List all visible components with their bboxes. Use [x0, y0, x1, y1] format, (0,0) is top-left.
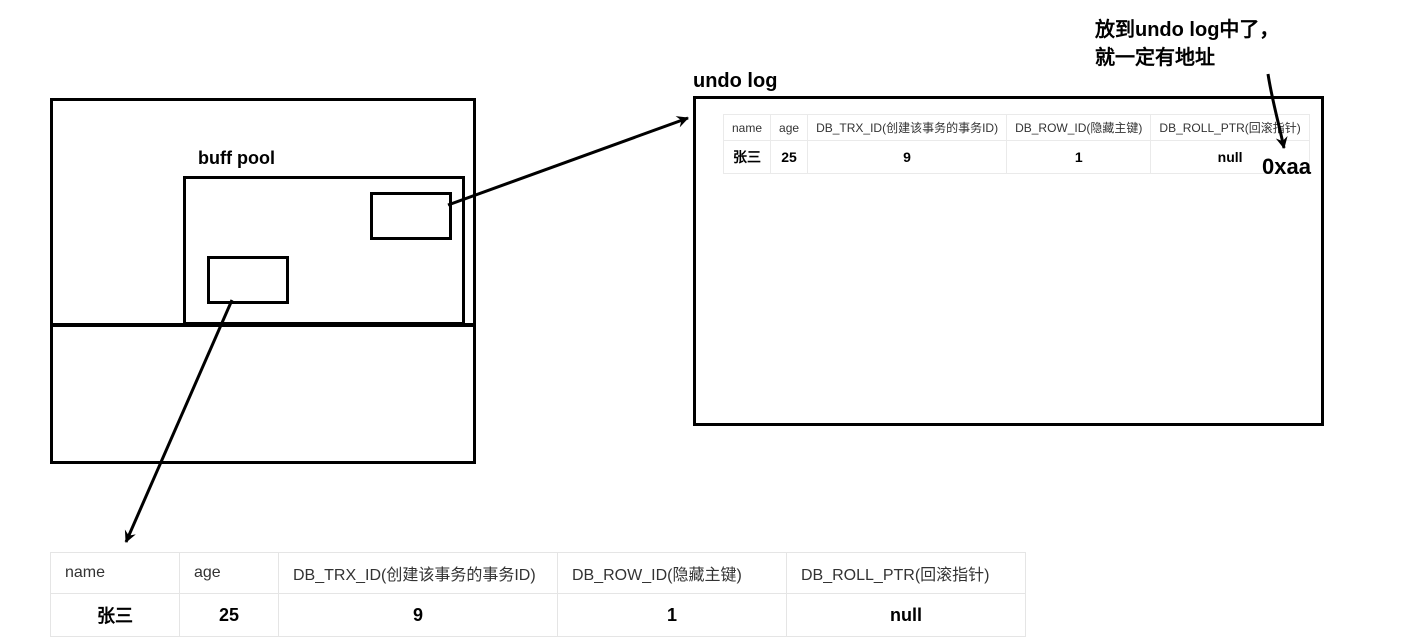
col-trx: DB_TRX_ID(创建该事务的事务ID) [279, 553, 558, 594]
annotation-line1: 放到undo log中了， [1095, 19, 1279, 41]
col-row: DB_ROW_ID(隐藏主键) [1007, 115, 1151, 141]
annotation-text: 放到undo log中了， 就一定有地址 [1095, 16, 1395, 72]
col-roll: DB_ROLL_PTR(回滚指针) [1151, 115, 1309, 141]
col-name: name [51, 553, 180, 594]
col-trx: DB_TRX_ID(创建该事务的事务ID) [808, 115, 1007, 141]
cell-trx: 9 [279, 594, 558, 637]
bottom-table: name age DB_TRX_ID(创建该事务的事务ID) DB_ROW_ID… [50, 552, 1026, 637]
arrow-to-undo-log [448, 118, 688, 205]
col-age: age [771, 115, 808, 141]
cell-roll: null [787, 594, 1026, 637]
cell-trx: 9 [808, 141, 1007, 174]
cell-name: 张三 [724, 141, 771, 174]
cell-name: 张三 [51, 594, 180, 637]
col-age: age [180, 553, 279, 594]
undo-log-table-wrap: name age DB_TRX_ID(创建该事务的事务ID) DB_ROW_ID… [723, 114, 1310, 174]
cell-row: 1 [558, 594, 787, 637]
undo-log-label: undo log [693, 70, 777, 93]
bottom-table-wrap: name age DB_TRX_ID(创建该事务的事务ID) DB_ROW_ID… [50, 552, 1026, 637]
annotation-line2: 就一定有地址 [1095, 47, 1215, 69]
col-roll: DB_ROLL_PTR(回滚指针) [787, 553, 1026, 594]
undo-log-table: name age DB_TRX_ID(创建该事务的事务ID) DB_ROW_ID… [723, 114, 1310, 174]
cell-row: 1 [1007, 141, 1151, 174]
address-label: 0xaa [1262, 154, 1311, 180]
table-row: 张三 25 9 1 null [51, 594, 1026, 637]
cell-age: 25 [771, 141, 808, 174]
buff-pool-label: buff pool [198, 148, 275, 169]
page-box-right [370, 192, 452, 240]
page-box-left [207, 256, 289, 304]
col-row: DB_ROW_ID(隐藏主键) [558, 553, 787, 594]
cell-age: 25 [180, 594, 279, 637]
col-name: name [724, 115, 771, 141]
table-header-row: name age DB_TRX_ID(创建该事务的事务ID) DB_ROW_ID… [724, 115, 1310, 141]
table-row: 张三 25 9 1 null [724, 141, 1310, 174]
table-header-row: name age DB_TRX_ID(创建该事务的事务ID) DB_ROW_ID… [51, 553, 1026, 594]
